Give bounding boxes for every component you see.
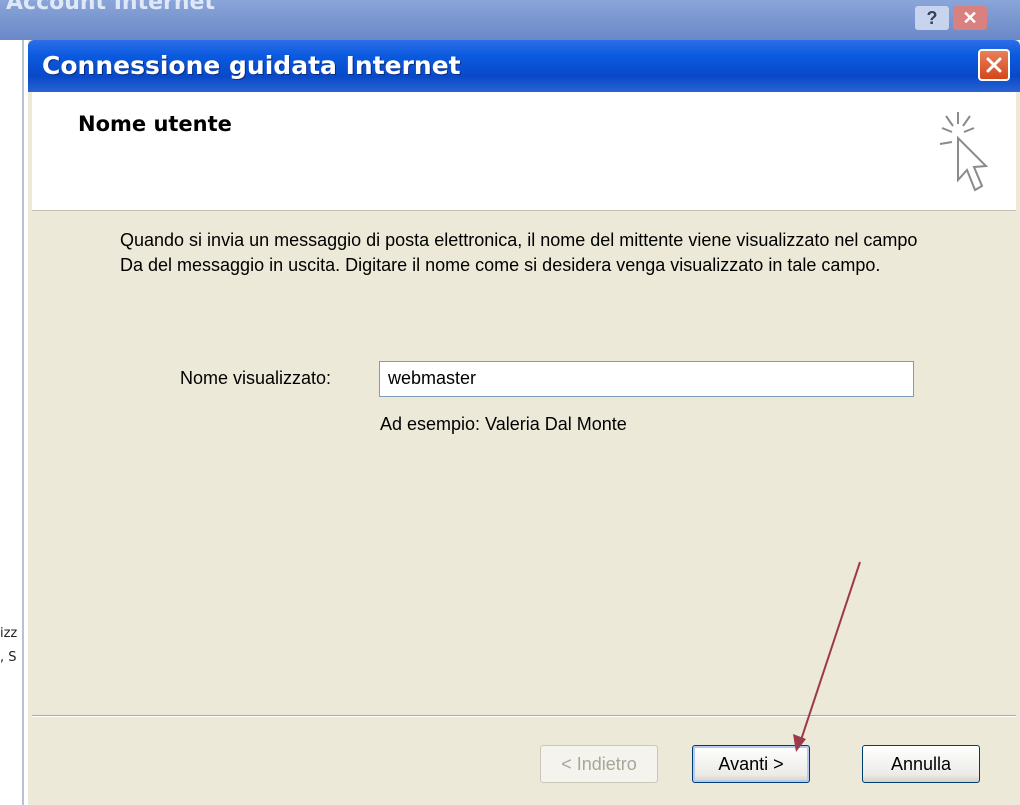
- background-side-text: izz: [0, 626, 18, 641]
- example-hint: Ad esempio: Valeria Dal Monte: [380, 414, 627, 434]
- background-left-border: [22, 40, 24, 805]
- display-name-input[interactable]: webmaster: [379, 361, 914, 397]
- dialog-titlebar[interactable]: Connessione guidata Internet: [28, 40, 1020, 92]
- next-button[interactable]: Avanti >: [692, 745, 810, 783]
- cancel-button[interactable]: Annulla: [862, 745, 980, 783]
- close-button[interactable]: [978, 49, 1010, 81]
- background-titlebar: Account Internet ? ✕: [0, 0, 1020, 40]
- background-window-title: Account Internet: [6, 0, 215, 15]
- display-name-label: Nome visualizzato:: [180, 368, 332, 388]
- wizard-cursor-icon: [939, 112, 989, 192]
- background-close-button[interactable]: ✕: [953, 6, 987, 30]
- back-button[interactable]: < Indietro: [540, 745, 658, 783]
- dialog-title: Connessione guidata Internet: [42, 51, 461, 80]
- background-help-button[interactable]: ?: [915, 6, 949, 30]
- page-title: Nome utente: [78, 112, 232, 136]
- wizard-dialog: Connessione guidata Internet Nome utente…: [28, 40, 1020, 805]
- description-text: Quando si invia un messaggio di posta el…: [120, 230, 918, 275]
- wizard-header: Nome utente: [32, 92, 1016, 211]
- close-icon: [986, 57, 1002, 73]
- footer-divider: [32, 715, 1016, 717]
- background-side-text: , S: [0, 650, 17, 665]
